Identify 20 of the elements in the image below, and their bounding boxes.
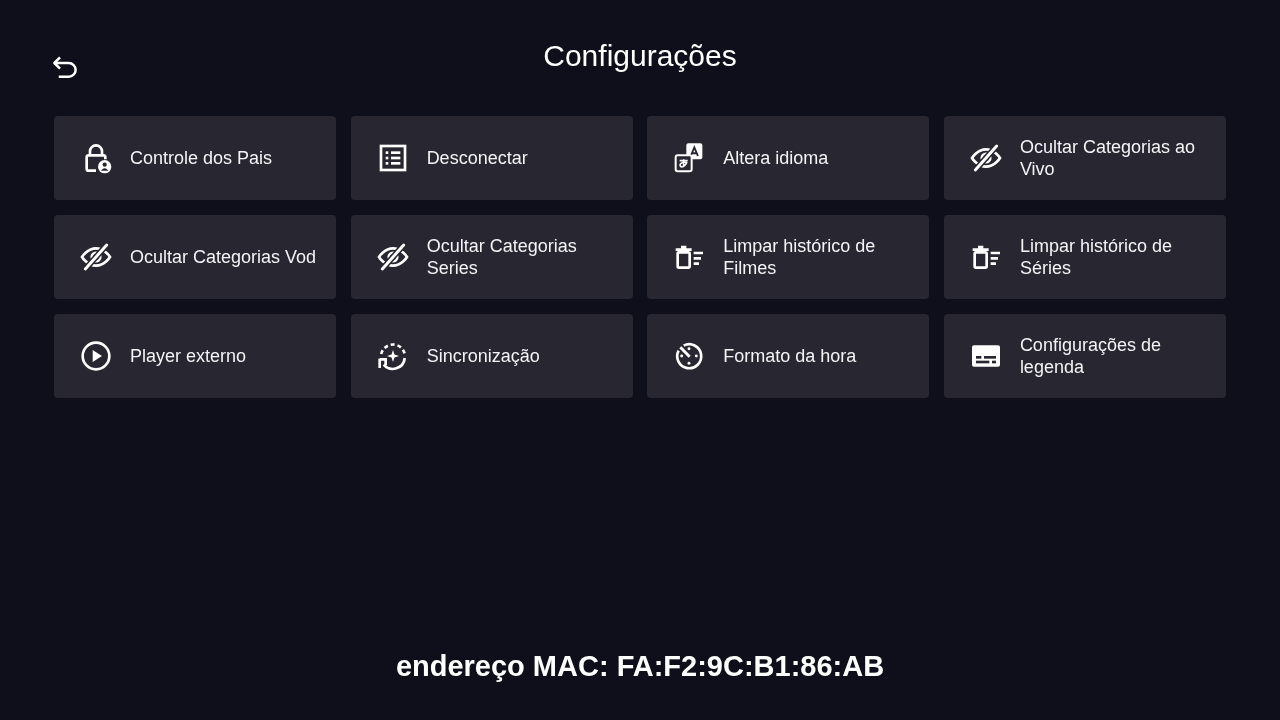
- settings-button[interactable]: Player externo: [54, 314, 337, 398]
- settings-button[interactable]: Controle dos Pais: [54, 116, 337, 200]
- eye-slash-icon: [80, 241, 112, 273]
- settings-button[interactable]: Configurações de legenda: [943, 314, 1226, 398]
- sync-icon: [376, 340, 409, 372]
- settings-button[interactable]: Formato da hora: [647, 314, 930, 398]
- settings-button[interactable]: Limpar histórico de Filmes: [647, 215, 930, 299]
- settings-button[interactable]: Ocultar Categorias Vod: [54, 215, 337, 299]
- settings-button[interactable]: Desconectar: [350, 116, 633, 200]
- timer-icon: [673, 340, 706, 372]
- page-title: Configurações: [543, 38, 737, 74]
- mac-address-text: endereço MAC: FA:F2:9C:B1:86:AB: [395, 649, 885, 684]
- eye-slash-icon: [376, 241, 409, 273]
- settings-button[interactable]: Limpar histórico de Séries: [943, 215, 1226, 299]
- settings-button[interactable]: Ocultar Categorias ao Vivo: [943, 116, 1226, 200]
- eye-slash-icon: [969, 142, 1002, 174]
- settings-button[interactable]: Sincronização: [350, 314, 633, 398]
- settings-button[interactable]: Ocultar Categorias Series: [350, 215, 633, 299]
- play-icon: [80, 340, 112, 372]
- settings-button[interactable]: Altera idioma: [647, 116, 930, 200]
